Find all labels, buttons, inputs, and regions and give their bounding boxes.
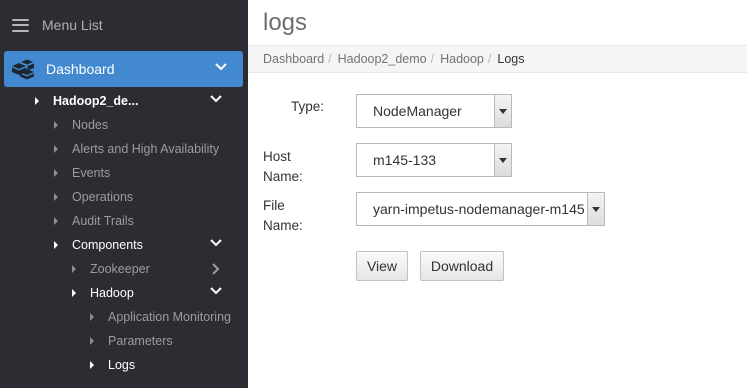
caret-right-icon bbox=[90, 361, 94, 369]
sidebar-item-label: Application Monitoring bbox=[108, 310, 231, 324]
breadcrumb-hadoop2-demo[interactable]: Hadoop2_demo bbox=[338, 52, 427, 66]
file-name-select[interactable]: yarn-impetus-nodemanager-m145-133.log bbox=[356, 192, 605, 226]
file-name-label: File Name: bbox=[263, 196, 303, 236]
sidebar-item-label: Alerts and High Availability bbox=[72, 142, 220, 156]
chevron-down-icon[interactable] bbox=[210, 95, 222, 103]
breadcrumb-logs: Logs bbox=[497, 52, 525, 66]
download-button[interactable]: Download bbox=[420, 251, 504, 281]
sidebar-item-application-monitoring[interactable]: Application Monitoring bbox=[0, 305, 248, 329]
host-name-label-line2: Name: bbox=[263, 169, 303, 184]
menu-title: Menu List bbox=[42, 17, 103, 33]
sidebar-item-logs[interactable]: Logs bbox=[0, 353, 248, 377]
sidebar-item-parameters[interactable]: Parameters bbox=[0, 329, 248, 353]
caret-right-icon bbox=[54, 217, 58, 225]
caret-right-icon bbox=[54, 121, 58, 129]
dropdown-arrow-icon[interactable] bbox=[494, 95, 511, 127]
host-name-label: Host Name: bbox=[263, 147, 303, 187]
caret-right-icon bbox=[72, 289, 76, 297]
sidebar-item-components[interactable]: Components bbox=[0, 233, 248, 257]
type-select-value: NodeManager bbox=[373, 103, 462, 119]
file-name-label-line1: File bbox=[263, 198, 285, 213]
type-select[interactable]: NodeManager bbox=[356, 94, 512, 128]
sidebar-item-operations[interactable]: Operations bbox=[0, 185, 248, 209]
sidebar-item-label: Nodes bbox=[72, 118, 109, 132]
sidebar-item-label: Hadoop2_de... bbox=[53, 94, 139, 108]
sidebar-item-label: Audit Trails bbox=[72, 214, 134, 228]
database-icon bbox=[12, 59, 34, 80]
sidebar-item-dashboard[interactable]: Dashboard bbox=[4, 51, 243, 87]
breadcrumb-separator: / bbox=[487, 52, 492, 66]
breadcrumb-dashboard[interactable]: Dashboard bbox=[263, 52, 324, 66]
host-name-select[interactable]: m145-133 bbox=[356, 143, 512, 177]
chevron-right-icon[interactable] bbox=[212, 263, 220, 275]
chevron-down-icon[interactable] bbox=[210, 287, 222, 295]
host-name-select-value: m145-133 bbox=[373, 152, 437, 168]
sidebar-item-label: Dashboard bbox=[46, 61, 115, 77]
sidebar: Menu List Dashboard Hadoop2_de... Nodes … bbox=[0, 0, 248, 388]
sidebar-item-label: Zookeeper bbox=[90, 262, 150, 276]
sidebar-item-label: Components bbox=[72, 238, 143, 252]
main-content: logs Dashboard / Hadoop2_demo / Hadoop /… bbox=[248, 0, 747, 388]
breadcrumb: Dashboard / Hadoop2_demo / Hadoop / Logs bbox=[248, 45, 747, 73]
caret-right-icon bbox=[54, 145, 58, 153]
sidebar-item-label: Hadoop bbox=[90, 286, 134, 300]
chevron-down-icon[interactable] bbox=[210, 239, 222, 247]
chevron-down-icon[interactable] bbox=[215, 63, 227, 71]
caret-right-icon bbox=[54, 193, 58, 201]
sidebar-item-alerts[interactable]: Alerts and High Availability bbox=[0, 137, 248, 161]
caret-right-icon bbox=[72, 265, 76, 273]
breadcrumb-separator: / bbox=[430, 52, 435, 66]
caret-right-icon bbox=[54, 169, 58, 177]
sidebar-item-hadoop2-demo[interactable]: Hadoop2_de... bbox=[0, 89, 248, 113]
sidebar-item-label: Logs bbox=[108, 358, 136, 372]
page-title: logs bbox=[263, 9, 308, 36]
menu-header[interactable]: Menu List bbox=[0, 0, 248, 50]
dropdown-arrow-icon[interactable] bbox=[587, 193, 604, 225]
hamburger-icon[interactable] bbox=[12, 18, 29, 32]
caret-right-icon bbox=[35, 97, 39, 105]
sidebar-item-audit-trails[interactable]: Audit Trails bbox=[0, 209, 248, 233]
sidebar-item-nodes[interactable]: Nodes bbox=[0, 113, 248, 137]
caret-right-icon bbox=[54, 241, 58, 249]
breadcrumb-separator: / bbox=[328, 52, 332, 66]
sidebar-item-label: Events bbox=[72, 166, 111, 180]
sidebar-item-label: Operations bbox=[72, 190, 134, 204]
sidebar-item-zookeeper[interactable]: Zookeeper bbox=[0, 257, 248, 281]
caret-right-icon bbox=[90, 313, 94, 321]
sidebar-item-label: Parameters bbox=[108, 334, 173, 348]
sidebar-item-events[interactable]: Events bbox=[0, 161, 248, 185]
file-name-select-value: yarn-impetus-nodemanager-m145-133.log bbox=[373, 201, 584, 217]
sidebar-item-hadoop[interactable]: Hadoop bbox=[0, 281, 248, 305]
caret-right-icon bbox=[90, 337, 94, 345]
type-label: Type: bbox=[291, 99, 325, 114]
host-name-label-line1: Host bbox=[263, 149, 291, 164]
view-button[interactable]: View bbox=[356, 251, 408, 281]
breadcrumb-hadoop[interactable]: Hadoop bbox=[440, 52, 484, 66]
file-name-label-line2: Name: bbox=[263, 218, 303, 233]
dropdown-arrow-icon[interactable] bbox=[494, 144, 511, 176]
